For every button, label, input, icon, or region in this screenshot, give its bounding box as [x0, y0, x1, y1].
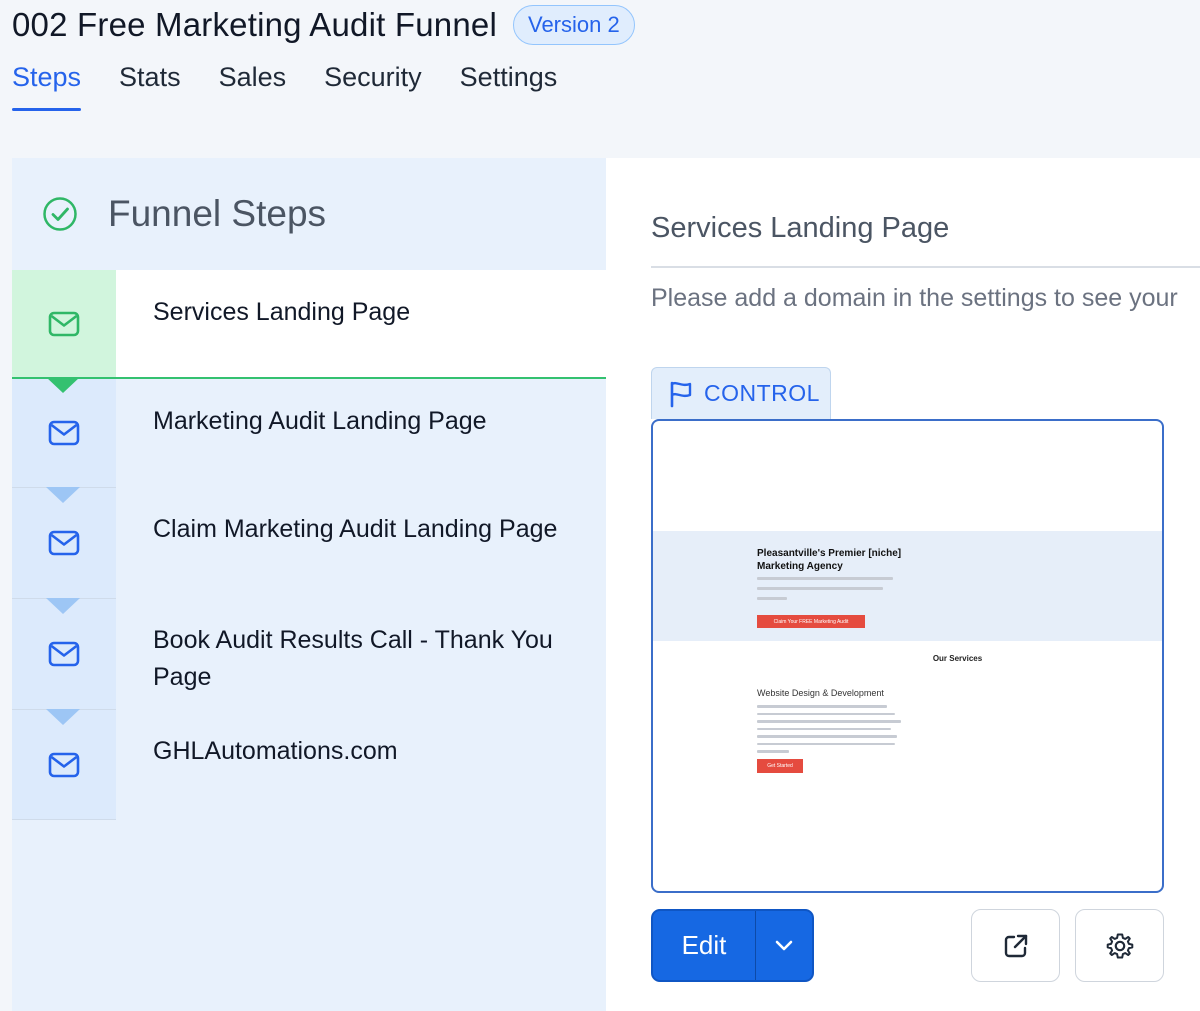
preview-hero-text-lines	[757, 577, 893, 607]
edit-button[interactable]: Edit	[653, 911, 756, 980]
step-connector-arrow	[46, 487, 80, 503]
funnel-step-item[interactable]: Marketing Audit Landing Page	[12, 377, 606, 487]
tab-settings[interactable]: Settings	[460, 62, 558, 111]
funnel-tabs: Steps Stats Sales Security Settings	[12, 62, 557, 111]
step-detail-panel: Services Landing Page Please add a domai…	[606, 158, 1200, 1011]
edit-split-button: Edit	[651, 909, 814, 982]
version-badge[interactable]: Version 2	[512, 5, 635, 45]
tab-sales[interactable]: Sales	[219, 62, 287, 111]
funnel-step-list: Services Landing Page Marketing Audit La…	[12, 270, 606, 820]
page-title: 002 Free Marketing Audit Funnel	[12, 6, 497, 43]
preview-service-title: Website Design & Development	[757, 688, 884, 698]
page-preview-thumbnail[interactable]: Pleasantville's Premier [niche] Marketin…	[651, 419, 1164, 893]
funnel-steps-title: Funnel Steps	[108, 193, 327, 234]
gear-icon	[1106, 933, 1133, 958]
funnel-step-item[interactable]: Services Landing Page	[12, 270, 606, 379]
external-link-icon	[1004, 934, 1027, 957]
page-header: 002 Free Marketing Audit Funnel Version …	[12, 0, 635, 50]
detail-divider	[651, 266, 1200, 268]
tab-steps[interactable]: Steps	[12, 62, 82, 111]
mail-icon	[48, 530, 80, 556]
mail-icon	[48, 752, 80, 777]
mail-icon	[48, 420, 80, 446]
funnel-step-item[interactable]: GHLAutomations.com	[12, 709, 606, 819]
preview-service-text-lines	[757, 705, 901, 758]
funnel-steps-header: Funnel Steps	[12, 158, 606, 270]
chevron-down-icon	[775, 940, 793, 950]
preview-hero-button: Claim Your FREE Marketing Audit	[757, 615, 865, 628]
domain-notice: Please add a domain in the settings to s…	[651, 284, 1178, 312]
flag-icon	[670, 381, 692, 407]
funnel-step-label: Claim Marketing Audit Landing Page	[153, 515, 558, 543]
step-connector-arrow	[46, 377, 80, 393]
funnel-steps-panel: Funnel Steps Services Landing Page Marke…	[12, 158, 606, 1011]
funnel-step-label: Services Landing Page	[116, 270, 606, 377]
control-variant-label: CONTROL	[704, 380, 820, 406]
preview-services-heading: Our Services	[932, 654, 983, 663]
step-connector-arrow	[46, 709, 80, 725]
step-connector-arrow	[46, 598, 80, 614]
preview-hero-title: Pleasantville's Premier [niche] Marketin…	[757, 548, 902, 572]
check-circle-icon	[43, 197, 77, 231]
step-list-end-divider	[12, 819, 116, 820]
preview-hero-section: Pleasantville's Premier [niche] Marketin…	[653, 531, 1162, 641]
funnel-step-item[interactable]: Book Audit Results Call - Thank You Page	[12, 598, 606, 709]
edit-dropdown-toggle[interactable]	[756, 911, 812, 980]
control-variant-tab[interactable]: CONTROL	[651, 367, 831, 419]
funnel-step-label: Marketing Audit Landing Page	[153, 407, 487, 435]
funnel-step-item[interactable]: Claim Marketing Audit Landing Page	[12, 487, 606, 598]
step-detail-title: Services Landing Page	[651, 212, 950, 244]
preview-service-button: Get Started	[757, 759, 803, 773]
open-external-button[interactable]	[971, 909, 1060, 982]
funnel-step-label: Book Audit Results Call - Thank You Page	[153, 626, 553, 691]
funnel-step-label: GHLAutomations.com	[153, 737, 398, 765]
tab-stats[interactable]: Stats	[119, 62, 181, 111]
mail-icon	[48, 311, 80, 336]
step-settings-button[interactable]	[1075, 909, 1164, 982]
mail-icon	[48, 641, 80, 667]
tab-security[interactable]: Security	[324, 62, 422, 111]
